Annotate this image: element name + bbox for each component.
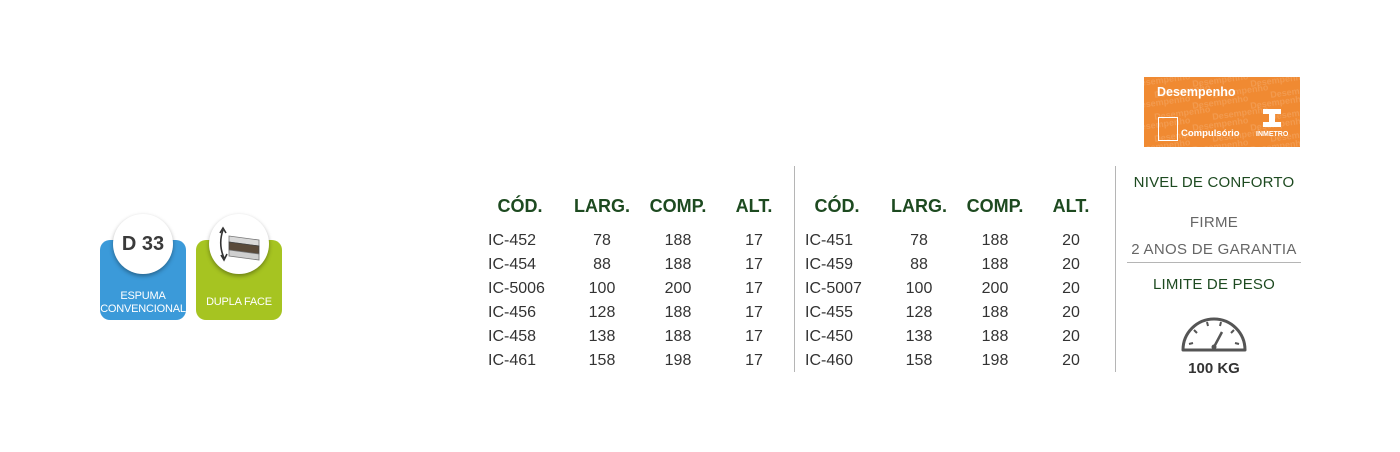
inmetro-seal: Desempenho Desempenho Desempenho Desempenho… — [1144, 77, 1300, 147]
double-face-badge: DUPLA FACE — [196, 214, 282, 320]
mattress-flip-icon — [209, 214, 269, 274]
dimension-value: 188 — [664, 328, 692, 345]
product-code: IC-456 — [488, 304, 537, 321]
column-header: LARG. — [891, 196, 947, 216]
dimension-value: 158 — [588, 352, 616, 369]
info-divider — [1115, 166, 1116, 372]
column-header: ALT. — [735, 196, 773, 216]
inmetro-brand: INMETRO — [1256, 131, 1289, 138]
dimension-value: 158 — [905, 352, 933, 369]
product-code: IC-5007 — [805, 280, 862, 297]
dimension-value: 20 — [1062, 280, 1080, 297]
density-icon: D 33 — [113, 214, 173, 274]
weight-limit-value: 100 KG — [1188, 360, 1240, 377]
dimension-value: 100 — [905, 280, 933, 297]
dimension-value: 200 — [664, 280, 692, 297]
product-code: IC-5006 — [488, 280, 545, 297]
dimension-value: 198 — [664, 352, 692, 369]
comfort-title: NIVEL DE CONFORTO — [1133, 174, 1295, 191]
dimension-value: 188 — [981, 256, 1009, 273]
product-code: IC-458 — [488, 328, 537, 345]
density-badge: D 33 ESPUMA CONVENCIONAL — [100, 214, 186, 320]
dimension-value: 188 — [664, 304, 692, 321]
dimension-value: 78 — [910, 232, 928, 249]
dimension-value: 198 — [981, 352, 1009, 369]
gauge-icon — [1181, 317, 1247, 352]
comfort-level: FIRME — [1189, 214, 1239, 231]
column-header: CÓD. — [497, 196, 543, 216]
inmetro-logo-icon — [1263, 109, 1281, 127]
dimension-value: 17 — [745, 280, 763, 297]
density-label: D 33 — [121, 232, 165, 255]
comfort-divider — [1127, 262, 1301, 263]
dimension-value: 138 — [588, 328, 616, 345]
dimension-value: 188 — [664, 256, 692, 273]
dimension-value: 188 — [981, 232, 1009, 249]
dimension-value: 128 — [588, 304, 616, 321]
product-code: IC-461 — [488, 352, 537, 369]
dimension-value: 17 — [745, 232, 763, 249]
ocp-icon — [1158, 117, 1178, 141]
dimension-value: 88 — [910, 256, 928, 273]
column-header: CÓD. — [814, 196, 860, 216]
dimension-value: 20 — [1062, 352, 1080, 369]
column-header: COMP. — [966, 196, 1024, 216]
double-face-caption: DUPLA FACE — [206, 296, 272, 308]
product-code: IC-450 — [805, 328, 854, 345]
product-code: IC-452 — [488, 232, 537, 249]
table-divider — [794, 166, 795, 372]
inmetro-subtitle: Compulsório — [1181, 128, 1240, 139]
dimension-value: 200 — [981, 280, 1009, 297]
dimension-value: 17 — [745, 352, 763, 369]
dimension-value: 88 — [593, 256, 611, 273]
product-code: IC-455 — [805, 304, 854, 321]
dimension-value: 138 — [905, 328, 933, 345]
dimension-value: 20 — [1062, 328, 1080, 345]
density-caption: ESPUMA CONVENCIONAL — [100, 290, 186, 316]
column-header: ALT. — [1052, 196, 1090, 216]
dimension-value: 188 — [664, 232, 692, 249]
dimension-value: 128 — [905, 304, 933, 321]
dimension-value: 100 — [588, 280, 616, 297]
dimension-value: 20 — [1062, 256, 1080, 273]
dimension-value: 188 — [981, 304, 1009, 321]
product-code: IC-454 — [488, 256, 537, 273]
dimension-value: 78 — [593, 232, 611, 249]
dimension-value: 17 — [745, 256, 763, 273]
column-header: LARG. — [574, 196, 630, 216]
density-caption-line1: ESPUMA — [120, 290, 166, 302]
density-caption-line2: CONVENCIONAL — [100, 303, 186, 315]
product-code: IC-459 — [805, 256, 854, 273]
dimension-value: 17 — [745, 304, 763, 321]
dimension-value: 20 — [1062, 232, 1080, 249]
product-code: IC-451 — [805, 232, 854, 249]
dimension-value: 188 — [981, 328, 1009, 345]
inmetro-title: Desempenho — [1157, 85, 1236, 99]
dimension-value: 20 — [1062, 304, 1080, 321]
dimension-value: 17 — [745, 328, 763, 345]
warranty-text: 2 ANOS DE GARANTIA — [1131, 241, 1297, 258]
weight-limit-title: LIMITE DE PESO — [1153, 276, 1275, 293]
column-header: COMP. — [649, 196, 707, 216]
product-code: IC-460 — [805, 352, 854, 369]
